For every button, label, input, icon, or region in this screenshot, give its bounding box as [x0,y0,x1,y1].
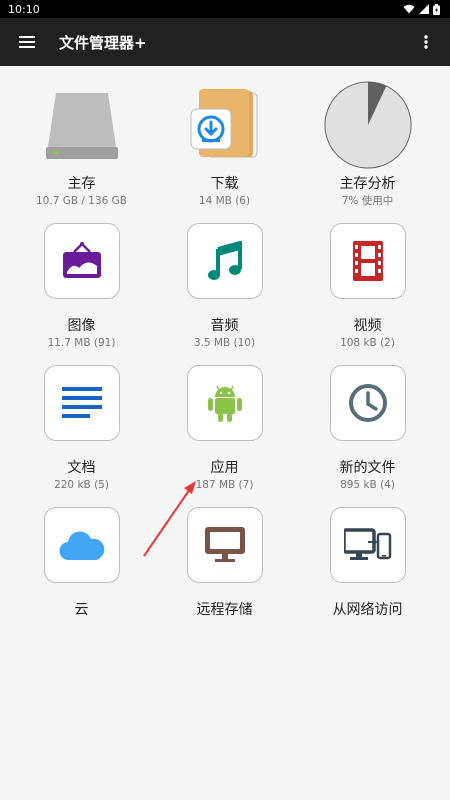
icon-card [329,507,406,583]
icon-card [186,223,263,299]
tile-images[interactable]: 图像 11.7 MB (91) [10,222,153,364]
wifi-icon [403,4,415,14]
status-time: 10:10 [8,2,40,16]
tile-label: 主存分析 [339,176,396,192]
tile-subtitle: 14 MB (6) [198,195,251,207]
more-options-button[interactable] [412,28,440,56]
signal-icon [419,4,429,14]
storage-grid: 主存 10.7 GB / 136 GB 下载 14 MB (6) 主存分析 7%… [10,80,440,648]
tile-subtitle: 220 kB (5) [54,479,109,491]
tile-storage-analysis[interactable]: 主存分析 7% 使用中 [296,80,439,222]
app-title: 文件管理器+ [59,33,147,52]
icon-card [43,223,120,299]
app-bar: 文件管理器+ [0,18,450,66]
battery-icon [433,3,440,15]
tile-label: 文档 [67,460,96,476]
tile-subtitle: 7% 使用中 [341,195,394,207]
tile-subtitle: 187 MB (7) [195,479,254,491]
tile-icon-wrapper [186,222,264,300]
monitor-icon [204,527,245,562]
tile-video[interactable]: 视频 108 kB (2) [296,222,439,364]
tile-label: 主存 [67,176,96,192]
hard-drive-icon [37,80,127,170]
icon-card [329,365,406,441]
tile-network-access[interactable]: 从网络访问 [296,506,439,648]
tile-recent-files[interactable]: 新的文件 895 kB (4) [296,364,439,506]
tile-label: 应用 [210,460,239,476]
tile-label: 从网络访问 [332,602,403,618]
tile-audio[interactable]: 音频 3.5 MB (10) [153,222,296,364]
tile-subtitle: 3.5 MB (10) [193,337,256,349]
network-devices-icon [343,528,391,560]
status-icons [403,3,440,15]
tile-icon-wrapper [329,364,407,442]
tile-cloud[interactable]: 云 [10,506,153,648]
tile-label: 图像 [67,318,96,334]
tile-label: 视频 [353,318,382,334]
tile-icon-wrapper [186,364,264,442]
tile-icon-wrapper [329,506,407,584]
tile-icon-wrapper [43,364,121,442]
menu-button[interactable] [13,28,41,56]
tile-label: 新的文件 [339,460,396,476]
tile-main-storage[interactable]: 主存 10.7 GB / 136 GB [10,80,153,222]
film-strip-icon [352,241,383,281]
tile-icon-wrapper [329,222,407,300]
image-frame-icon [62,242,101,278]
document-lines-icon [61,387,102,418]
pie-chart-icon [323,80,413,170]
tile-label: 下载 [210,176,239,192]
tile-icon-wrapper [43,506,121,584]
tile-subtitle: 10.7 GB / 136 GB [36,195,127,207]
icon-card [186,365,263,441]
icon-card [43,365,120,441]
tile-downloads[interactable]: 下载 14 MB (6) [153,80,296,222]
tile-label: 音频 [210,318,239,334]
clock-icon [348,384,387,422]
music-note-icon [207,241,242,280]
icon-card [329,223,406,299]
cloud-icon [59,531,104,560]
hamburger-menu-icon [19,36,35,48]
more-vertical-icon [424,35,428,49]
tile-icon-wrapper [43,222,121,300]
tile-subtitle: 108 kB (2) [340,337,395,349]
tile-subtitle: 11.7 MB (91) [47,337,116,349]
tile-label: 云 [74,602,89,618]
icon-card [43,507,120,583]
tile-label: 远程存储 [196,602,253,618]
android-icon [207,385,242,422]
status-bar: 10:10 [0,0,450,18]
tile-documents[interactable]: 文档 220 kB (5) [10,364,153,506]
annotation-arrow [143,481,196,557]
tile-subtitle: 895 kB (4) [340,479,395,491]
download-folder-icon [180,80,270,170]
